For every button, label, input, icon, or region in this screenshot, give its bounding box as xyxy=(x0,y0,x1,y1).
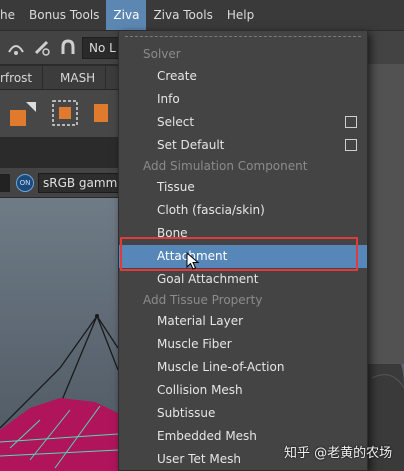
menu-item-collision-mesh[interactable]: Collision Mesh xyxy=(119,379,367,402)
menu-ziva[interactable]: Ziva xyxy=(106,0,147,30)
menu-bonus-tools[interactable]: Bonus Tools xyxy=(22,0,106,30)
menu-item-set-default-label: Set Default xyxy=(157,138,225,152)
menu-item-muscle-fiber[interactable]: Muscle Fiber xyxy=(119,333,367,356)
select-option-box[interactable] xyxy=(345,116,357,128)
menu-item-select-label: Select xyxy=(157,115,195,129)
snap-point-icon[interactable] xyxy=(32,38,52,58)
menu-help-partial[interactable]: he xyxy=(0,0,22,30)
section-add-tissue-property: Add Tissue Property xyxy=(143,293,263,307)
menu-item-create[interactable]: Create xyxy=(119,65,367,88)
snap-curve-icon[interactable] xyxy=(6,38,26,58)
mouse-cursor-icon xyxy=(186,252,200,270)
menu-item-info[interactable]: Info xyxy=(119,88,367,111)
menu-item-muscle-line-of-action[interactable]: Muscle Line-of-Action xyxy=(119,356,367,379)
section-solver: Solver xyxy=(143,47,181,61)
menu-tearoff[interactable] xyxy=(125,36,361,37)
watermark-text: 知乎 @老黄的农场 xyxy=(284,446,393,461)
menu-item-select[interactable]: Select xyxy=(119,111,367,134)
magnet-icon[interactable] xyxy=(58,38,78,58)
highlight-annotation-box xyxy=(120,237,358,271)
menu-item-goal-attachment[interactable]: Goal Attachment xyxy=(119,268,367,291)
menu-item-tissue[interactable]: Tissue xyxy=(119,176,367,199)
menu-item-set-default[interactable]: Set Default xyxy=(119,134,367,157)
shelf-tool-icon[interactable] xyxy=(90,98,114,128)
tab-xgen-xfrost[interactable]: rfrost xyxy=(0,66,44,90)
viewport-button-partial[interactable] xyxy=(0,174,10,192)
tab-mash[interactable]: MASH xyxy=(50,66,107,90)
side-panel-strip xyxy=(362,64,404,364)
menu-help[interactable]: Help xyxy=(220,0,261,30)
shelf-object-icon[interactable] xyxy=(8,100,38,130)
menu-item-material-layer[interactable]: Material Layer xyxy=(119,310,367,333)
set-default-option-box[interactable] xyxy=(345,139,357,151)
menu-item-cloth[interactable]: Cloth (fascia/skin) xyxy=(119,199,367,222)
color-management-toggle[interactable]: ON xyxy=(16,174,34,192)
section-add-simulation-component: Add Simulation Component xyxy=(143,159,308,173)
shelf-bounding-box-icon[interactable] xyxy=(50,98,80,128)
menu-item-subtissue[interactable]: Subtissue xyxy=(119,402,367,425)
colorspace-field[interactable]: sRGB gamma xyxy=(38,173,128,193)
menu-bar: he Bonus Tools Ziva Ziva Tools Help xyxy=(0,0,404,30)
menu-ziva-tools[interactable]: Ziva Tools xyxy=(146,0,219,30)
